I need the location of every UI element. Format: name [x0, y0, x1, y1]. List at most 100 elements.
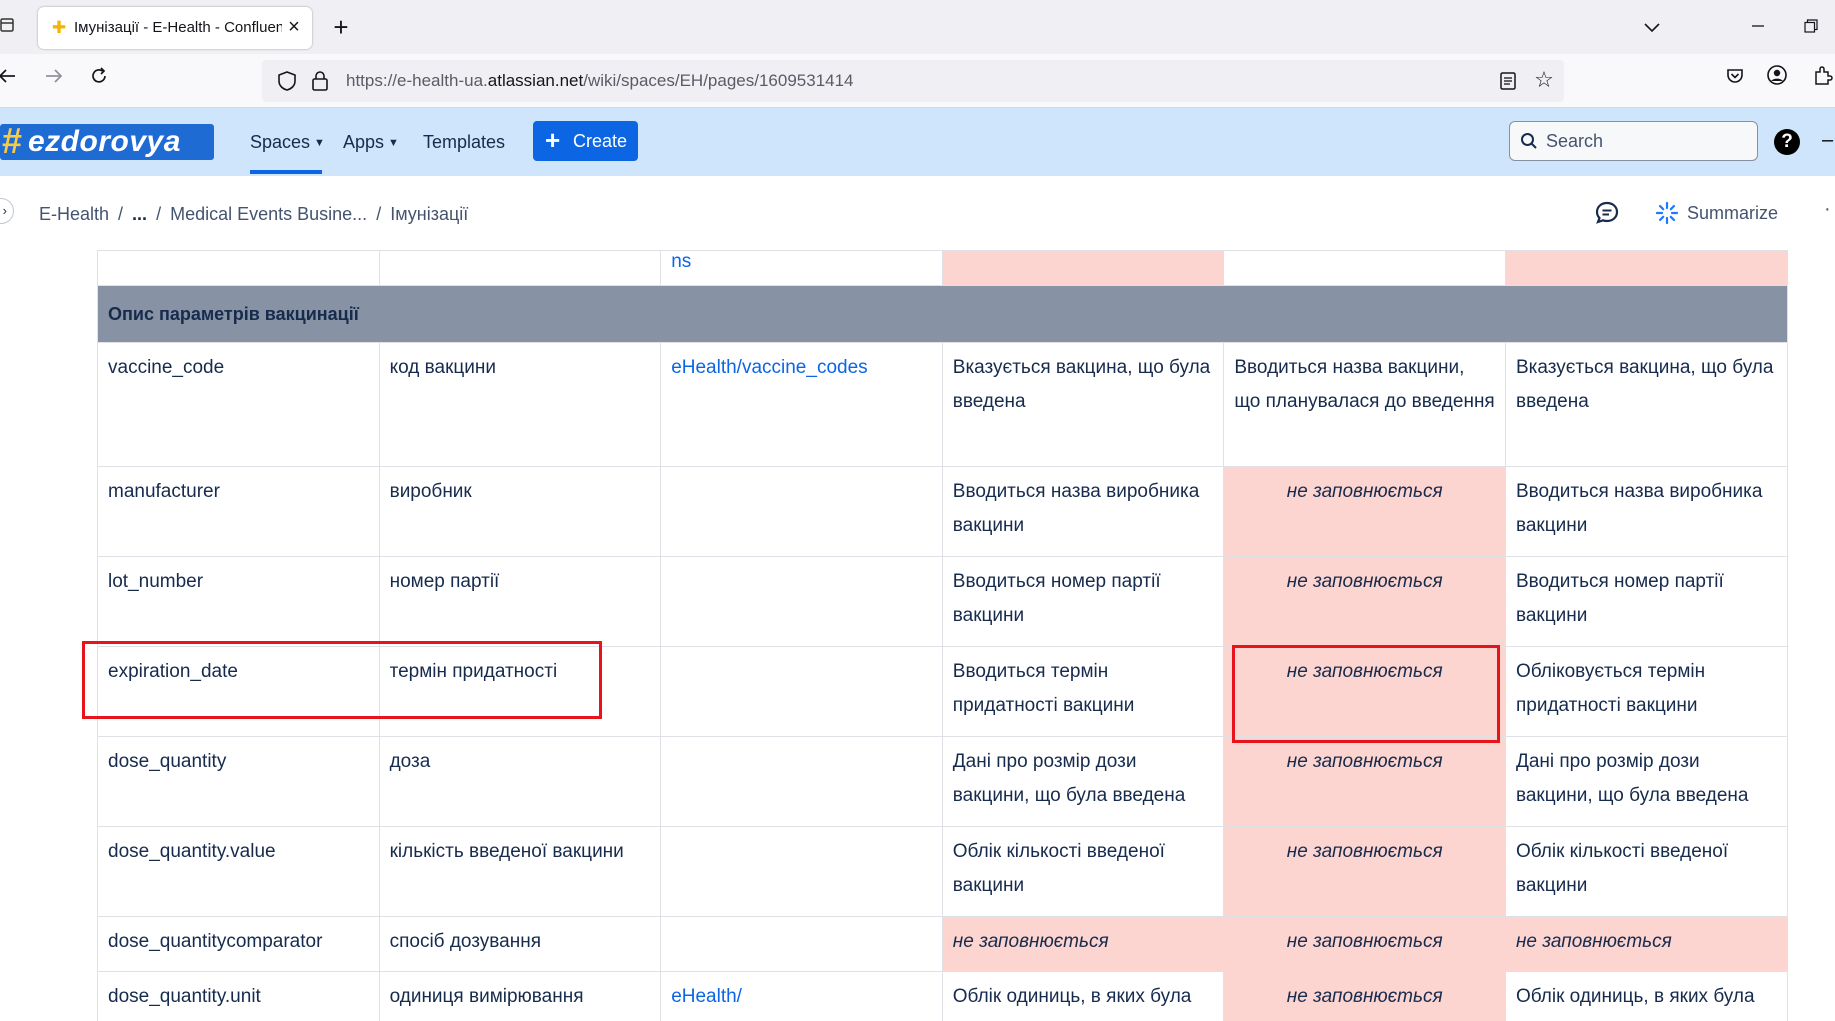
create-button[interactable]: + Create — [533, 121, 638, 161]
table-row: expiration_date термін придатності Вводи… — [97, 646, 1788, 737]
url-path: /wiki/spaces/EH/pages/1609531414 — [583, 71, 854, 90]
browser-tab-strip: ✚ Імунізації - E-Health - Confluence × + — [0, 0, 1835, 54]
section-header-row: Опис параметрів вакцинації — [97, 285, 1788, 343]
param-name-cell: manufacturer — [97, 466, 380, 557]
active-nav-indicator — [250, 170, 322, 174]
param-description-cell: одиниця вимірювання — [378, 971, 662, 1021]
table-row: dose_quantity.unit одиниця вимірювання e… — [97, 971, 1788, 1021]
table-cell: Вводиться номер партії вакцини — [941, 556, 1225, 647]
table-row: dose_quantity доза Дані про розмір дози … — [97, 736, 1788, 827]
tab-list-chevron-down-icon[interactable] — [1640, 14, 1664, 40]
chevron-down-icon: ▼ — [388, 137, 399, 149]
nav-templates[interactable]: Templates — [423, 128, 505, 156]
browser-navigation-bar: https://e-health-ua.atlassian.net/wiki/s… — [0, 54, 1835, 108]
not-filled-cell: не заповнюється — [1223, 916, 1506, 972]
table-cell: Облік кількості введеної вакцини — [1504, 826, 1788, 917]
breadcrumb-item-medical-events[interactable]: Medical Events Busine... — [170, 202, 367, 226]
browser-tab-active[interactable]: ✚ Імунізації - E-Health - Confluence × — [38, 7, 312, 49]
url-prefix: https://e-health-ua. — [346, 71, 488, 90]
not-filled-cell: не заповнюється — [1223, 826, 1506, 917]
table-cell: Вводиться назва вакцини, що планувалася … — [1223, 342, 1506, 467]
summarize-label: Summarize — [1687, 203, 1779, 223]
new-tab-button[interactable]: + — [327, 12, 355, 42]
minimize-window-icon[interactable] — [1746, 14, 1770, 40]
dictionary-cell: eHealth/vaccine_codes — [660, 342, 943, 467]
breadcrumb-separator: / — [376, 204, 382, 224]
tab-close-icon[interactable]: × — [284, 16, 304, 38]
dictionary-link[interactable]: eHealth/vaccine_codes — [671, 357, 867, 378]
reload-icon[interactable] — [84, 64, 114, 94]
help-icon[interactable]: ? — [1774, 129, 1800, 155]
param-description-cell: код вакцини — [378, 342, 662, 467]
chevron-down-icon: ▼ — [314, 137, 325, 149]
table-cell: Вказується вакцина, що була введена — [1504, 342, 1788, 467]
table-cell — [941, 250, 1225, 286]
dictionary-link[interactable]: eHealth/ — [671, 986, 742, 1007]
sidebar-expand-chevron-icon[interactable]: › — [0, 198, 14, 224]
param-description-cell: кількість введеної вакцини — [378, 826, 662, 917]
back-arrow-icon[interactable] — [0, 64, 22, 94]
vaccination-parameters-table: ns Опис параметрів вакцинації vaccine_co… — [97, 250, 1788, 1021]
param-description-cell: термін придатності — [378, 646, 662, 737]
pocket-icon[interactable] — [1720, 64, 1750, 94]
extensions-icon[interactable] — [1808, 64, 1835, 94]
screen: ✚ Імунізації - E-Health - Confluence × + — [0, 0, 1835, 1021]
restore-window-icon[interactable] — [1799, 14, 1823, 40]
search-input[interactable] — [1546, 126, 1746, 156]
section-title: Опис параметрів вакцинації — [97, 285, 1788, 343]
not-filled-cell: не заповнюється — [1223, 736, 1506, 827]
url-domain: atlassian.net — [487, 71, 584, 90]
tab-title: Імунізації - E-Health - Confluence — [74, 19, 282, 36]
param-description-cell: спосіб дозування — [378, 916, 662, 972]
nav-spaces-label: Spaces — [250, 132, 311, 152]
table-cell — [97, 250, 380, 286]
address-bar[interactable]: https://e-health-ua.atlassian.net/wiki/s… — [262, 60, 1564, 102]
not-filled-cell: не заповнюється — [1504, 916, 1788, 972]
page-content: ns Опис параметрів вакцинації vaccine_co… — [0, 250, 1835, 1021]
param-name-cell: dose_quantity.unit — [97, 971, 380, 1021]
ezdorovya-logo[interactable]: # ezdorovya — [0, 122, 214, 160]
not-filled-cell: не заповнюється — [1223, 971, 1506, 1021]
table-cell: Вводиться номер партії вакцини — [1504, 556, 1788, 647]
param-name-cell: vaccine_code — [97, 342, 380, 467]
account-icon[interactable] — [1762, 64, 1792, 94]
dictionary-cell — [660, 556, 943, 647]
table-cell: Вводиться назва виробника вакцини — [941, 466, 1225, 557]
dictionary-cell — [660, 466, 943, 557]
param-name-cell: lot_number — [97, 556, 380, 647]
breadcrumb-item-ellipsis[interactable]: ... — [132, 202, 147, 226]
breadcrumb-separator: / — [156, 204, 162, 224]
table-row: vaccine_code код вакцини eHealth/vaccine… — [97, 342, 1788, 467]
table-row: dose_quantitycomparator спосіб дозування… — [97, 916, 1788, 972]
dictionary-link[interactable]: ns — [671, 251, 691, 272]
confluence-header: # ezdorovya Spaces ▼ Apps ▼ Templates + Cr… — [0, 108, 1835, 176]
breadcrumb-item-current[interactable]: Імунізації — [390, 202, 468, 226]
not-filled-cell: не заповнюється — [1223, 466, 1506, 557]
search-box[interactable] — [1509, 121, 1758, 161]
url-text[interactable]: https://e-health-ua.atlassian.net/wiki/s… — [346, 71, 854, 93]
search-icon — [1520, 132, 1538, 150]
forward-arrow-icon[interactable] — [39, 64, 69, 94]
table-row: manufacturer виробник Вводиться назва ви… — [97, 466, 1788, 557]
breadcrumb: E-Health /... / Medical Events Busine... / Ім… — [39, 202, 468, 226]
table-cell: Вказується вакцина, що була введена — [941, 342, 1225, 467]
table-row: lot_number номер партії Вводиться номер … — [97, 556, 1788, 647]
plus-icon: + — [545, 125, 561, 155]
bookmark-star-icon[interactable]: ☆ — [1532, 68, 1556, 92]
table-cell: Облік одиниць, в яких була — [1504, 971, 1788, 1021]
tab-list-icon[interactable] — [0, 16, 16, 36]
table-cell: Вводиться назва виробника вакцини — [1504, 466, 1788, 557]
comments-icon[interactable] — [1594, 200, 1620, 226]
table-row: ns — [97, 250, 1788, 286]
nav-apps[interactable]: Apps ▼ — [343, 128, 399, 156]
more-icon[interactable]: – — [1822, 126, 1835, 154]
nav-spaces[interactable]: Spaces ▼ — [250, 128, 325, 156]
breadcrumb-bar: › E-Health /... / Medical Events Busine... /… — [0, 176, 1835, 250]
more-actions-icon[interactable]: · — [1824, 198, 1835, 226]
breadcrumb-item-e-health[interactable]: E-Health — [39, 202, 109, 226]
reader-view-icon[interactable] — [1498, 71, 1518, 91]
tracking-shield-icon[interactable] — [276, 70, 298, 92]
lock-icon[interactable] — [310, 70, 330, 92]
logo-text: ezdorovya — [28, 125, 181, 158]
breadcrumb-separator: / — [118, 204, 124, 224]
